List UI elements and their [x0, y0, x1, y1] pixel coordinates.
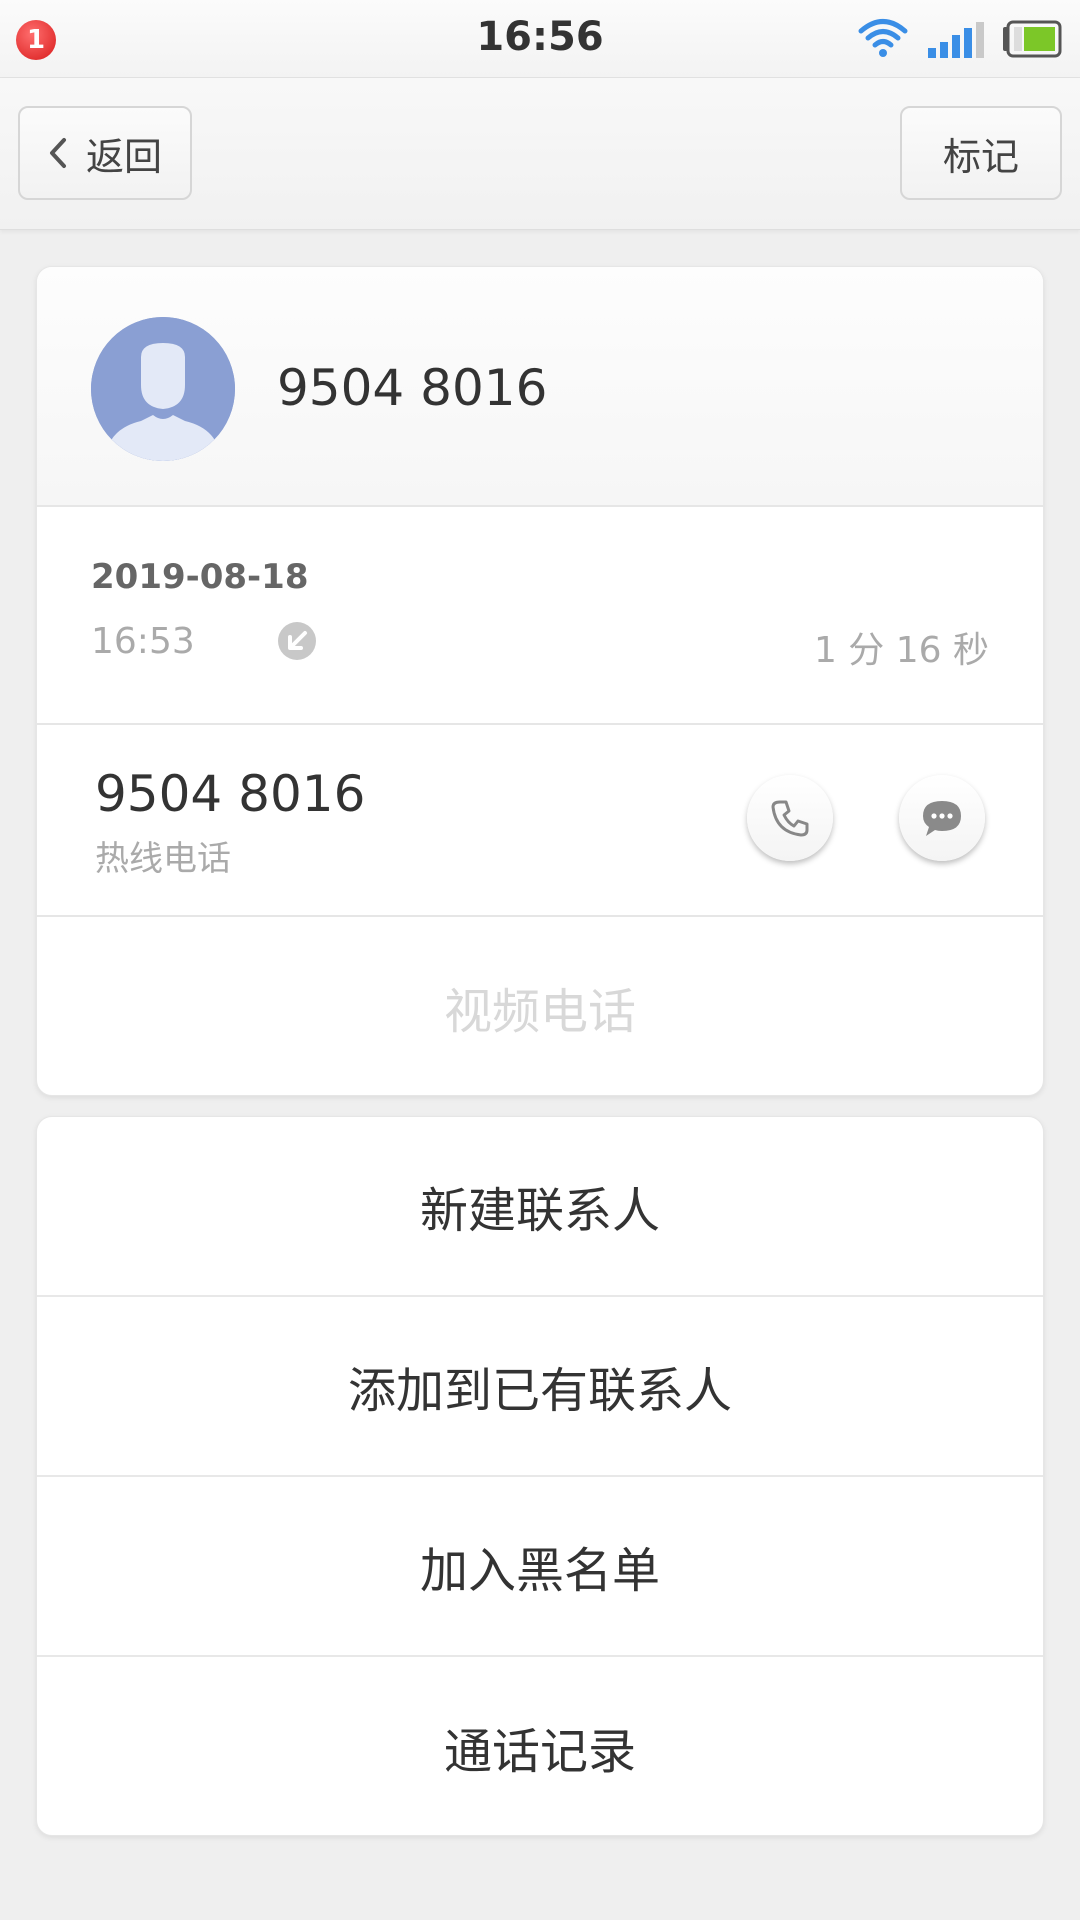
back-button[interactable]: 返回: [18, 106, 192, 200]
phone-label: 热线电话: [95, 839, 231, 879]
battery-icon: [1003, 20, 1062, 58]
contact-card: 9504 8016 2019-08-18 16:53 1 分 16 秒 9504…: [36, 266, 1044, 1096]
back-button-label: 返回: [85, 134, 162, 179]
video-call-button[interactable]: 视频电话: [37, 917, 1043, 1095]
nav-bar: 返回 标记: [0, 78, 1080, 230]
call-date: 2019-08-18: [91, 557, 309, 597]
new-contact-button[interactable]: 新建联系人: [37, 1117, 1043, 1297]
add-to-blacklist-button[interactable]: 加入黑名单: [37, 1477, 1043, 1657]
add-to-existing-contact-button[interactable]: 添加到已有联系人: [37, 1297, 1043, 1477]
contact-number: 9504 8016: [277, 359, 548, 417]
contact-header: 9504 8016: [37, 267, 1043, 507]
person-silhouette-icon: [91, 317, 235, 461]
call-duration: 1 分 16 秒: [813, 630, 989, 671]
avatar: [91, 317, 235, 461]
call-log-entry: 2019-08-18 16:53 1 分 16 秒: [37, 507, 1043, 725]
chevron-left-icon: [48, 137, 68, 169]
phone-icon: [771, 800, 809, 837]
call-history-button[interactable]: 通话记录: [37, 1657, 1043, 1835]
incoming-call-icon: [278, 622, 316, 660]
call-time: 16:53: [91, 621, 195, 662]
mark-button[interactable]: 标记: [900, 106, 1062, 200]
wifi-icon: [858, 19, 908, 57]
actions-card: 新建联系人 添加到已有联系人 加入黑名单 通话记录: [36, 1116, 1044, 1836]
status-time: 16:56: [476, 14, 604, 60]
phone-number: 9504 8016: [95, 765, 366, 823]
mark-button-label: 标记: [942, 134, 1019, 179]
phone-number-row[interactable]: 9504 8016 热线电话: [37, 725, 1043, 917]
signal-icon: [928, 22, 984, 58]
message-icon: [923, 801, 961, 836]
status-bar: 1 16:56: [0, 0, 1080, 78]
message-button[interactable]: [899, 775, 985, 861]
call-button[interactable]: [747, 775, 833, 861]
